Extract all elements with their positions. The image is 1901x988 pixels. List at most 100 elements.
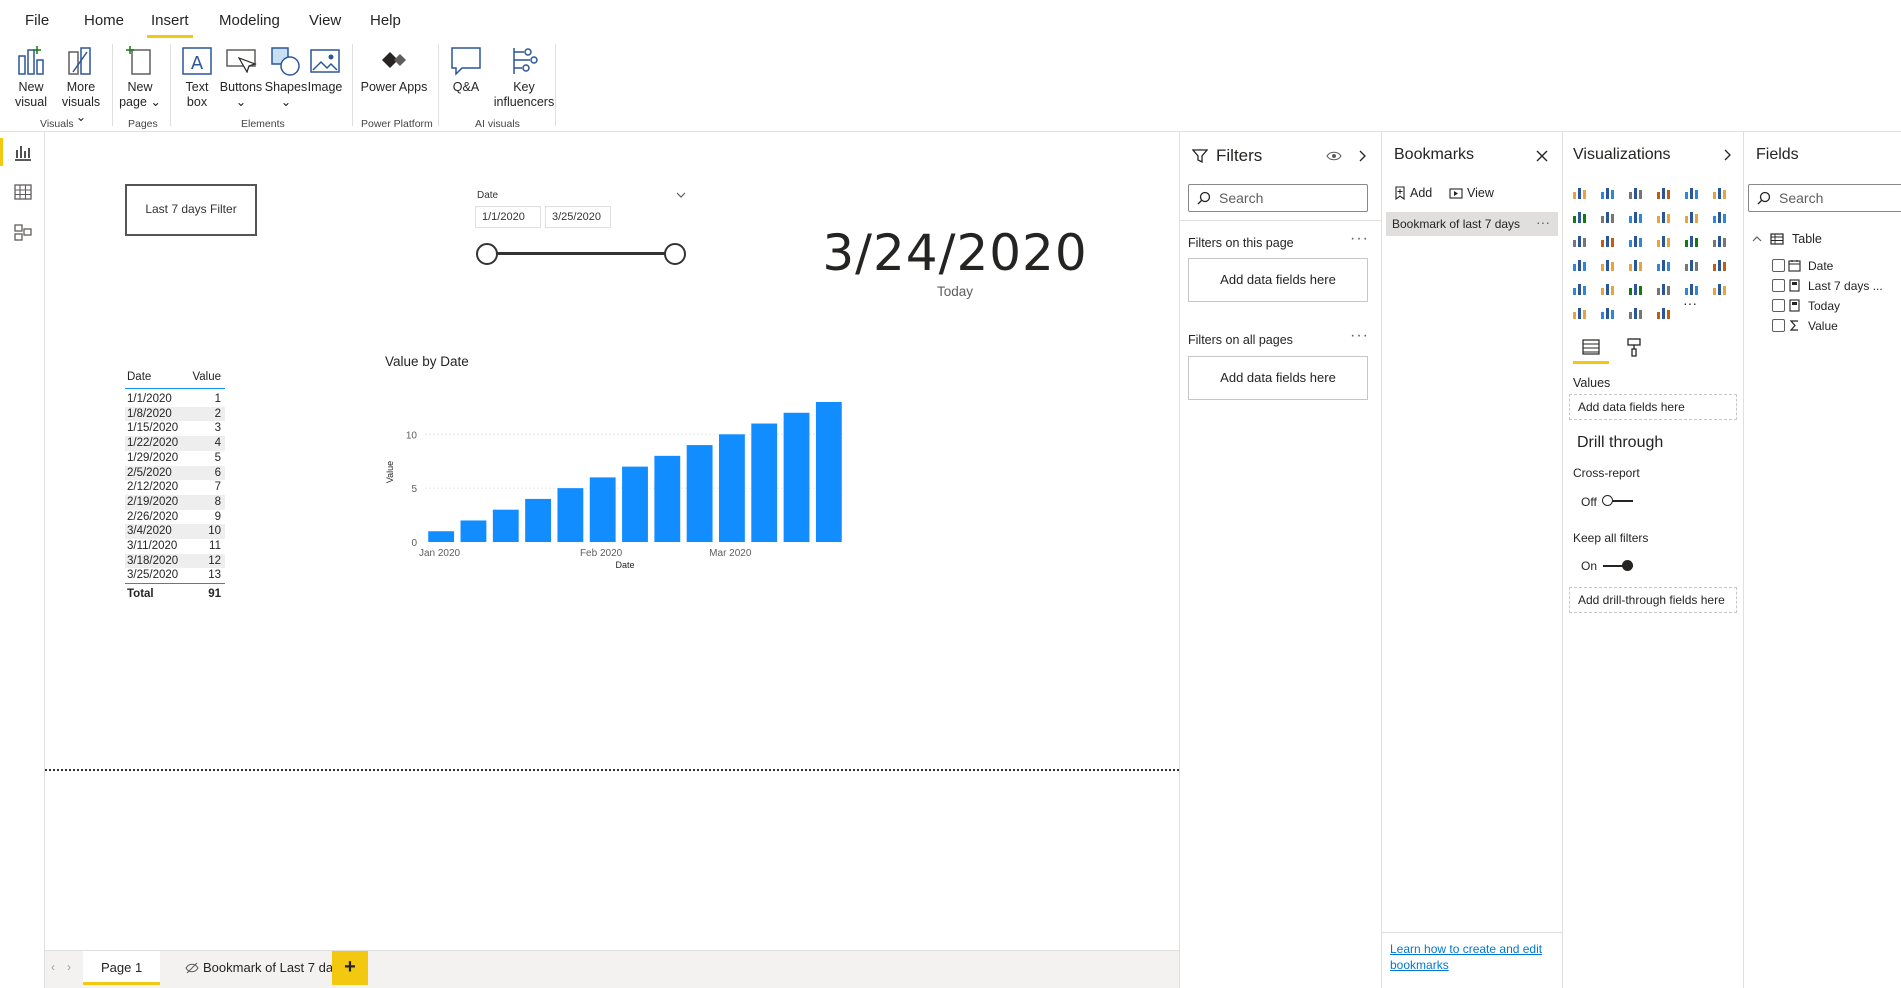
chart-bar[interactable] [686, 445, 713, 542]
chart-bar[interactable] [815, 402, 842, 542]
eye-icon[interactable] [1326, 150, 1342, 162]
view-bookmark-button[interactable]: View [1449, 186, 1494, 200]
menu-tab-modeling[interactable]: Modeling [219, 12, 280, 29]
text-box-button[interactable]: A Text box [178, 44, 216, 110]
visual-type-icon[interactable] [1599, 304, 1617, 320]
page-tab-page-1[interactable]: Page 1 [83, 951, 161, 985]
visual-type-icon[interactable] [1655, 256, 1673, 272]
menu-tab-insert[interactable]: Insert [151, 12, 189, 29]
visual-type-icon[interactable] [1711, 280, 1729, 296]
visual-type-icon[interactable] [1599, 184, 1617, 200]
visual-type-icon[interactable] [1683, 256, 1701, 272]
visual-type-icon[interactable] [1571, 280, 1589, 296]
visual-type-icon[interactable] [1571, 232, 1589, 248]
filters-all-add-fields[interactable]: Add data fields here [1188, 356, 1368, 400]
field-item[interactable]: Value [1772, 318, 1901, 334]
drill-through-drop-zone[interactable]: Add drill-through fields here [1569, 587, 1737, 613]
field-checkbox[interactable] [1772, 319, 1785, 332]
chart-bar[interactable] [622, 466, 648, 542]
visual-type-icon[interactable] [1683, 232, 1701, 248]
table-row[interactable]: 1/15/2020 3 [125, 421, 225, 436]
field-item[interactable]: Date [1772, 258, 1901, 274]
visual-type-icon[interactable] [1627, 256, 1645, 272]
chart-bar[interactable] [719, 434, 745, 542]
visual-type-icon[interactable] [1683, 280, 1701, 296]
learn-bookmarks-link[interactable]: Learn how to create and edit bookmarks [1390, 941, 1555, 973]
table-row[interactable]: 3/11/2020 11 [125, 539, 225, 554]
model-view-icon[interactable] [13, 222, 33, 242]
visual-type-icon[interactable] [1711, 256, 1729, 272]
buttons-button[interactable]: Buttons ⌄ [219, 44, 263, 110]
chart-bar[interactable] [751, 423, 778, 542]
chevron-up-icon[interactable] [1752, 234, 1762, 244]
next-page-icon[interactable]: › [67, 960, 71, 974]
keep-filters-toggle-knob[interactable] [1622, 560, 1633, 571]
chart-bar[interactable] [557, 488, 584, 542]
slicer-start-handle[interactable] [476, 243, 498, 265]
filters-search-input[interactable]: Search [1188, 184, 1368, 212]
table-row[interactable]: 1/29/2020 5 [125, 451, 225, 466]
chart-bar[interactable] [428, 531, 455, 542]
visual-type-icon[interactable] [1655, 232, 1673, 248]
field-item[interactable]: Today [1772, 298, 1901, 314]
visual-type-icon[interactable] [1683, 184, 1701, 200]
qna-button[interactable]: Q&A [446, 44, 486, 95]
image-button[interactable]: Image [305, 44, 345, 95]
table-row[interactable]: 1/22/2020 4 [125, 436, 225, 451]
visual-type-icon[interactable] [1627, 280, 1645, 296]
menu-tab-help[interactable]: Help [370, 12, 401, 29]
menu-tab-file[interactable]: File [25, 12, 49, 29]
table-row[interactable]: 3/18/2020 12 [125, 553, 225, 569]
visual-type-icon[interactable] [1655, 184, 1673, 200]
visual-type-icon[interactable] [1599, 208, 1617, 224]
field-checkbox[interactable] [1772, 299, 1785, 312]
visual-type-icon[interactable] [1571, 208, 1589, 224]
visual-type-icon[interactable] [1655, 304, 1673, 320]
visual-type-icon[interactable] [1599, 232, 1617, 248]
more-options-icon[interactable]: ··· [1350, 327, 1369, 345]
slicer-end-handle[interactable] [664, 243, 686, 265]
visual-type-icon[interactable] [1627, 208, 1645, 224]
bookmark-item[interactable]: Bookmark of last 7 days ··· [1386, 212, 1558, 236]
chart-bar[interactable] [460, 520, 487, 542]
table-row[interactable]: 2/26/2020 9 [125, 510, 225, 525]
value-by-date-chart[interactable]: Value by Date 0 5 10 Jan 2020 Feb 2020 Mar 202… [385, 342, 855, 572]
collapse-visualizations-icon[interactable] [1721, 148, 1733, 162]
more-visuals-icon[interactable]: ··· [1683, 296, 1701, 316]
chart-bar[interactable] [525, 498, 551, 542]
power-apps-button[interactable]: Power Apps [358, 44, 430, 95]
visual-type-icon[interactable] [1711, 232, 1729, 248]
table-row[interactable]: 2/5/2020 6 [125, 465, 225, 481]
filters-page-add-fields[interactable]: Add data fields here [1188, 258, 1368, 302]
visual-type-icon[interactable] [1655, 208, 1673, 224]
table-row[interactable]: 1/8/2020 2 [125, 406, 225, 422]
visual-type-icon[interactable] [1571, 304, 1589, 320]
format-paint-roller-icon[interactable] [1625, 337, 1643, 357]
collapse-filters-icon[interactable] [1356, 149, 1368, 163]
values-drop-zone[interactable]: Add data fields here [1569, 394, 1737, 420]
chart-bar[interactable] [654, 455, 681, 542]
add-page-button[interactable]: + [332, 951, 368, 985]
visual-type-icon[interactable] [1627, 184, 1645, 200]
add-bookmark-button[interactable]: Add [1394, 186, 1432, 201]
shapes-button[interactable]: Shapes ⌄ [264, 44, 308, 110]
close-icon[interactable] [1535, 149, 1549, 163]
visual-type-icon[interactable] [1627, 232, 1645, 248]
menu-tab-view[interactable]: View [309, 12, 341, 29]
menu-tab-home[interactable]: Home [84, 12, 124, 29]
chart-bar[interactable] [783, 412, 810, 542]
table-row[interactable]: 3/4/2020 10 [125, 524, 225, 539]
visual-type-icon[interactable] [1571, 184, 1589, 200]
report-view-icon[interactable] [13, 142, 33, 162]
visual-type-icon[interactable] [1711, 184, 1729, 200]
field-checkbox[interactable] [1772, 279, 1785, 292]
table-row[interactable]: 2/19/2020 8 [125, 494, 225, 510]
key-influencers-button[interactable]: Key influencers [488, 44, 560, 110]
visual-type-icon[interactable] [1571, 256, 1589, 272]
field-checkbox[interactable] [1772, 259, 1785, 272]
fields-search-input[interactable]: Search [1748, 184, 1901, 212]
chart-bar[interactable] [589, 477, 616, 542]
visual-type-icon[interactable] [1711, 208, 1729, 224]
more-visuals-button[interactable]: More visuals ⌄ [56, 44, 106, 125]
new-visual-button[interactable]: New visual [12, 44, 50, 110]
